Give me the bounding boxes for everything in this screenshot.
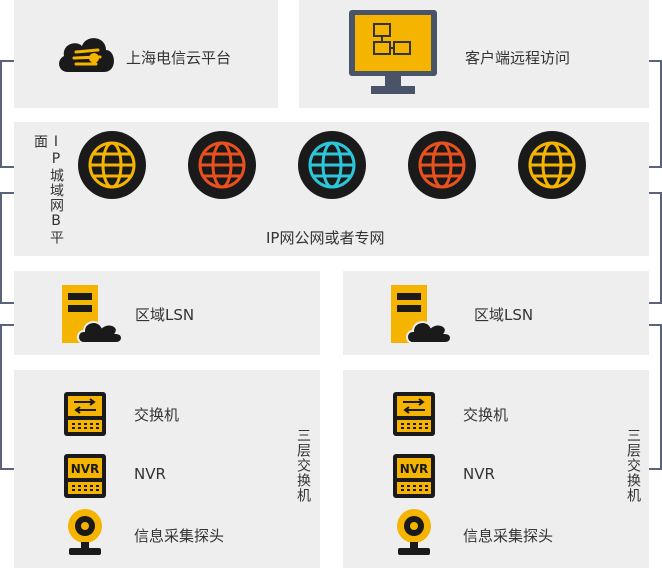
network-label: IP网公网或者专网 [266,229,385,247]
camera-icon [66,508,104,556]
camera-label-left: 信息采集探头 [134,527,225,545]
server-cloud-icon [391,285,453,345]
l3-switch-label-left: 三层交换机 [295,428,311,503]
lsn-panel-left: 区域LSN [14,271,320,355]
camera-icon [395,508,433,556]
nvr-icon: NVR [393,454,435,498]
cloud-platform-panel: 上海电信云平台 [14,0,278,108]
nvr-label-right: NVR [463,465,495,483]
monitor-icon [347,10,439,96]
switch-icon [64,392,106,436]
globe-icon [517,130,587,200]
devices-panel-left: 交换机 NVR NVR 信息采集探头 三层交换机 [14,370,320,568]
remote-access-label: 客户端远程访问 [465,49,571,67]
l3-switch-label-right: 三层交换机 [625,428,641,503]
switch-label-left: 交换机 [134,406,180,424]
nvr-icon-text: NVR [400,462,429,476]
bracket-left-mid [0,192,14,304]
lsn-label-left: 区域LSN [135,306,195,324]
devices-panel-right: 交换机 NVR NVR 信息采集探头 三层交换机 [343,370,649,568]
bracket-right-bottom [648,324,662,470]
nvr-icon: NVR [64,454,106,498]
cloud-icon [54,32,118,76]
switch-icon [393,392,435,436]
cloud-platform-label: 上海电信云平台 [126,49,232,67]
globe-icon [77,130,147,200]
globe-icon [187,130,257,200]
nvr-label-left: NVR [134,465,166,483]
globe-icon [297,130,367,200]
lsn-label-right: 区域LSN [474,306,534,324]
bracket-right-mid [648,192,662,304]
bracket-right-top [648,60,662,168]
server-cloud-icon [62,285,124,345]
bracket-left-bottom [0,324,14,470]
camera-label-right: 信息采集探头 [463,527,554,545]
network-side-label: IP城域网B平面 [32,134,64,245]
bracket-left-top [0,60,14,168]
lsn-panel-right: 区域LSN [343,271,649,355]
nvr-icon-text: NVR [71,462,100,476]
globe-icon [407,130,477,200]
remote-access-panel: 客户端远程访问 [299,0,649,108]
switch-label-right: 交换机 [463,406,509,424]
